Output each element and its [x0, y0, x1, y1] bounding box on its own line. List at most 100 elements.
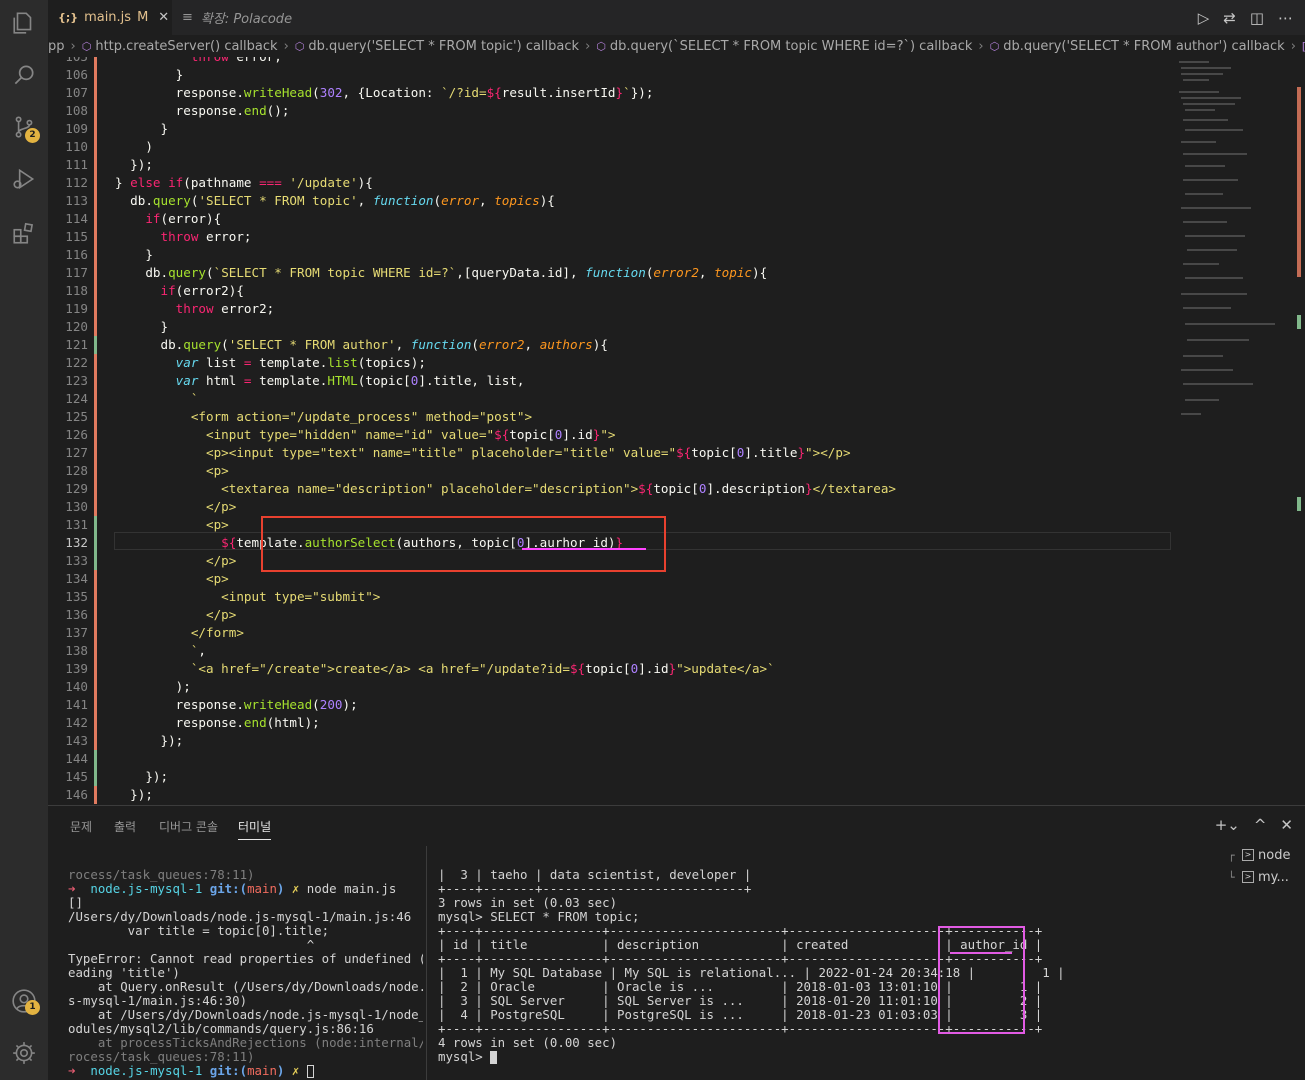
annotation-underline: [522, 548, 646, 550]
line-number: 126: [65, 427, 88, 442]
line-number: 110: [65, 139, 88, 154]
code-line: 118 if(error2){: [48, 282, 1173, 300]
editor-tab-bar: {;} main.js M ✕ ≡ 확장: Polacode ▷ ⇄ ◫ ⋯: [48, 0, 1305, 35]
code-line: 105 throw error;: [48, 57, 1173, 66]
line-number: 113: [65, 193, 88, 208]
new-terminal-icon[interactable]: +⌄: [1215, 816, 1240, 834]
gutter-modified-marker: [94, 57, 97, 66]
line-number: 137: [65, 625, 88, 640]
breadcrumb-item[interactable]: ⬡ db.query(`SELECT * FROM topic WHERE id=…: [596, 39, 972, 54]
line-number: 138: [65, 643, 88, 658]
tab-problems[interactable]: 문제: [70, 818, 92, 835]
annotation-underline: [950, 952, 1012, 954]
line-number: 122: [65, 355, 88, 370]
extensions-icon[interactable]: [11, 220, 37, 246]
breadcrumb-item[interactable]: pp: [48, 39, 65, 54]
line-number: 105: [48, 57, 88, 66]
code-line: 128 <p>: [48, 462, 1173, 480]
breadcrumb-label: db.query('SELECT * FROM topic') callback: [308, 38, 580, 54]
tab-output[interactable]: 출력: [114, 818, 136, 835]
line-number: 123: [65, 373, 88, 388]
search-icon[interactable]: [11, 62, 37, 88]
method-icon: ⬡: [596, 39, 606, 53]
line-number: 144: [65, 751, 88, 766]
maximize-panel-icon[interactable]: ^: [1254, 816, 1267, 834]
run-debug-icon[interactable]: [11, 166, 37, 192]
open-changes-icon[interactable]: ⇄: [1223, 9, 1236, 27]
tab-terminal[interactable]: 터미널: [238, 818, 272, 840]
tab-main-js[interactable]: {;} main.js M ✕: [48, 0, 172, 35]
line-number: 116: [65, 247, 88, 262]
tab-extension-polacode[interactable]: ≡ 확장: Polacode: [172, 0, 322, 35]
code-line: 107 response.writeHead(302, {Location: `…: [48, 84, 1173, 102]
terminal-line: mysql> SELECT * FROM topic;: [438, 909, 640, 924]
code-line: 108 response.end();: [48, 102, 1173, 120]
code-line: 134 <p>: [48, 570, 1173, 588]
close-panel-icon[interactable]: ✕: [1280, 816, 1293, 834]
run-icon[interactable]: ▷: [1198, 9, 1210, 27]
terminal-line: rocess/task_queues:78:11): [68, 1049, 255, 1064]
tab-debug-console[interactable]: 디버그 콘솔: [159, 818, 218, 835]
minimap[interactable]: [1173, 57, 1293, 805]
code-line: 109 }: [48, 120, 1173, 138]
terminal-line: TypeError: Cannot read properties of und…: [68, 951, 423, 966]
line-number: 117: [65, 265, 88, 280]
breadcrumb-item[interactable]: ⬡ db.query('SELECT * FROM author') callba…: [990, 39, 1285, 54]
scrollbar[interactable]: [1293, 57, 1305, 805]
code-line: 113 db.query('SELECT * FROM topic', func…: [48, 192, 1173, 210]
accounts-badge: 1: [25, 1000, 40, 1015]
settings-gear-icon[interactable]: [11, 1040, 37, 1066]
explorer-icon[interactable]: [11, 10, 37, 36]
line-number: 143: [65, 733, 88, 748]
terminal-line: var title = topic[0].title;: [68, 923, 330, 938]
terminal-line: +----+----------------+-----------------…: [438, 1021, 1043, 1036]
chevron-right-icon: ›: [978, 38, 984, 54]
line-number: 127: [65, 445, 88, 460]
line-number: 124: [65, 391, 88, 406]
breadcrumb-label: db.query('SELECT * FROM author') callbac…: [1003, 38, 1285, 54]
line-number: 139: [65, 661, 88, 676]
prompt-command: node main.js: [306, 881, 397, 896]
line-number: 106: [65, 67, 88, 82]
code-line: 146 });: [48, 786, 1173, 804]
code-line: 129 <textarea name="description" placeho…: [48, 480, 1173, 498]
terminal-line: 3 rows in set (0.03 sec): [438, 895, 618, 910]
code-line: 143 });: [48, 732, 1173, 750]
terminal-line: rocess/task_queues:78:11): [68, 867, 255, 882]
mysql-prompt: mysql>: [438, 1049, 491, 1064]
split-editor-icon[interactable]: ◫: [1250, 9, 1264, 27]
terminal-node[interactable]: rocess/task_queues:78:11) ➜ node.js-mysql…: [68, 854, 423, 1079]
code-line: 126 <input type="hidden" name="id" value…: [48, 426, 1173, 444]
prompt-dirty: ✗: [291, 1063, 300, 1078]
breadcrumb-item[interactable]: ⬡ db.query('SELECT * FROM topic') callbac…: [295, 39, 579, 54]
terminal-list-item[interactable]: └ > my...: [1228, 866, 1305, 888]
line-number: 118: [65, 283, 88, 298]
terminal-mysql[interactable]: | 3 | taeho | data scientist, developer …: [438, 854, 1238, 1079]
code-line: 145 });: [48, 768, 1173, 786]
extension-icon: ≡: [182, 10, 193, 25]
line-number: 133: [65, 553, 88, 568]
chevron-right-icon: ›: [70, 38, 76, 54]
line-number: 140: [65, 679, 88, 694]
code-line: 141 response.writeHead(200);: [48, 696, 1173, 714]
line-number: 115: [65, 229, 88, 244]
more-actions-icon[interactable]: ⋯: [1278, 9, 1293, 27]
line-number: 112: [65, 175, 88, 190]
code-line: 139 `<a href="/create">create</a> <a hre…: [48, 660, 1173, 678]
line-number: 108: [65, 103, 88, 118]
code-line: 120 }: [48, 318, 1173, 336]
code-editor[interactable]: 105 throw error; 106 } 107 response.writ…: [48, 57, 1305, 805]
code-line: 137 </form>: [48, 624, 1173, 642]
line-number: 146: [65, 787, 88, 802]
breadcrumb-item[interactable]: ⬡ http.createServer() callback: [82, 39, 278, 54]
code-line: 127 <p><input type="text" name="title" p…: [48, 444, 1173, 462]
code-line: 130 </p>: [48, 498, 1173, 516]
close-icon[interactable]: ✕: [158, 10, 169, 25]
prompt-branch: main: [247, 1063, 277, 1078]
terminal-list-item[interactable]: ┌ > node: [1228, 844, 1305, 866]
code-line: 111 });: [48, 156, 1173, 174]
code-line: 140 );: [48, 678, 1173, 696]
terminal-line: +----+-------+--------------------------…: [438, 881, 752, 896]
terminal-divider[interactable]: [426, 846, 427, 1080]
line-number: 134: [65, 571, 88, 586]
